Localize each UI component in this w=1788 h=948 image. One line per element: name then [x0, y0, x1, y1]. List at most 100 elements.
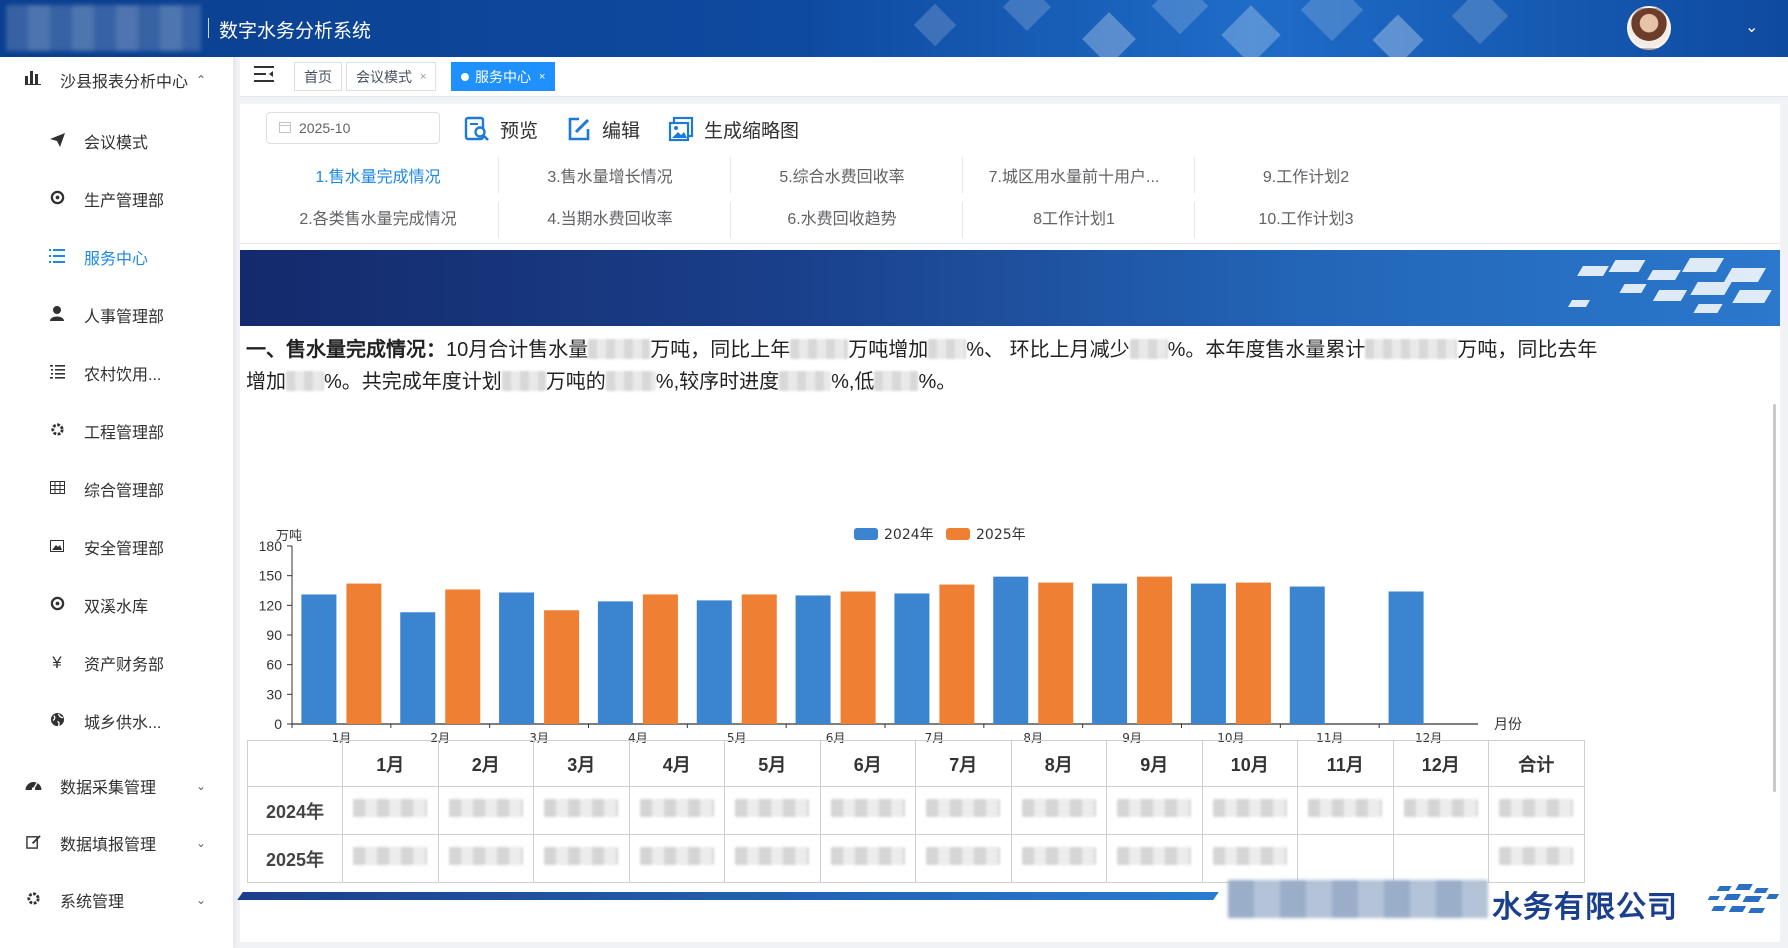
- table-cell: [1201, 786, 1298, 835]
- bar-2024年-4月: [597, 601, 633, 724]
- table-cell: [819, 834, 916, 883]
- redacted-value: [639, 847, 714, 865]
- bar-2024年-9月: [1092, 583, 1128, 724]
- bar-2024年-11月: [1289, 586, 1325, 724]
- table-cell: [819, 786, 916, 835]
- table-header-cell: 5月: [724, 740, 821, 787]
- table-header-cell: 4月: [628, 740, 725, 787]
- user-icon: [48, 306, 66, 324]
- sidebar-item-label: 安全管理部: [84, 541, 165, 558]
- table-body: 2024年 2025年: [247, 786, 1585, 883]
- report-panel: 2025-10 预览 编辑 生成缩略图 1.售水量完成情况 3.售水量增长情况 …: [237, 104, 1780, 942]
- list-icon: [48, 248, 66, 266]
- redacted-value: [544, 799, 619, 817]
- nav-item-4[interactable]: 4.当期水费回收率: [494, 196, 726, 238]
- redacted-value: [1021, 799, 1096, 817]
- sidebar-group-report-center[interactable]: 沙县报表分析中心 ⌃: [0, 58, 233, 102]
- sidebar-item-production[interactable]: 生产管理部: [0, 177, 233, 221]
- sidebar-item-safety[interactable]: 安全管理部: [0, 525, 233, 569]
- sidebar-item-urban-rural-water[interactable]: 城乡供水...: [0, 699, 233, 743]
- company-name: 水务有限公司: [1492, 891, 1678, 924]
- chevron-down-icon[interactable]: ⌄: [1745, 17, 1758, 37]
- nav-item-6[interactable]: 6.水费回收趋势: [726, 196, 958, 238]
- sidebar-item-label: 会议模式: [84, 135, 149, 152]
- nav-item-7[interactable]: 7.城区用水量前十用户...: [958, 154, 1190, 196]
- nav-item-10[interactable]: 10.工作计划3: [1190, 196, 1422, 238]
- sidebar-item-rural-water[interactable]: 农村饮用...: [0, 351, 233, 395]
- redacted-value: [448, 847, 523, 865]
- table-cell: [1297, 786, 1394, 835]
- redacted-value: [588, 339, 651, 359]
- x-axis-title: 月份: [1494, 717, 1522, 733]
- preview-icon: [464, 116, 490, 142]
- bar-2025年-3月: [544, 610, 580, 724]
- bar-chart: 0306090120150180万吨月份1月 2月 3月 4月 5月 6月 7月 8月 9月 10…: [259, 527, 1522, 744]
- table-cell: [533, 786, 630, 835]
- chevron-down-icon: ⌄: [196, 893, 207, 907]
- company-logo-pattern: [1707, 884, 1780, 913]
- table-cell: [1106, 786, 1203, 835]
- table-header-cell: 2月: [437, 740, 534, 787]
- sidebar-group-data-entry[interactable]: 数据填报管理 ⌄: [0, 821, 233, 865]
- send-icon: [48, 132, 66, 150]
- vertical-scrollbar[interactable]: [1773, 404, 1776, 792]
- redacted-value: [926, 799, 1001, 817]
- sidebar-item-service-center[interactable]: 服务中心: [0, 235, 233, 279]
- redacted-value: [928, 339, 967, 359]
- dashboard-icon: [24, 778, 42, 795]
- table-row: 2025年: [247, 834, 1585, 883]
- generate-thumbnail-button[interactable]: 生成缩略图: [668, 112, 799, 146]
- nav-item-8[interactable]: 8工作计划1: [958, 196, 1190, 238]
- summary-text: %。本年度售水量累计: [1167, 339, 1366, 361]
- y-tick-label: 150: [259, 568, 283, 584]
- nav-item-9[interactable]: 9.工作计划2: [1190, 154, 1422, 196]
- row-header-cell: 2024年: [247, 786, 343, 835]
- preview-button[interactable]: 预览: [464, 112, 538, 146]
- bar-2025年-10月: [1235, 582, 1271, 724]
- month-picker[interactable]: 2025-10: [266, 112, 440, 144]
- chevron-down-icon: ⌄: [196, 779, 207, 793]
- sidebar-item-finance[interactable]: ¥ 资产财务部: [0, 641, 233, 685]
- nav-item-3[interactable]: 3.售水量增长情况: [494, 154, 726, 196]
- table-row: 2024年: [247, 786, 1585, 835]
- redacted-value: [1117, 847, 1192, 865]
- row-header-cell: 2025年: [247, 834, 343, 883]
- nav-item-5[interactable]: 5.综合水费回收率: [726, 154, 958, 196]
- summary-text: %。共完成年度计划: [324, 371, 502, 393]
- nav-item-2[interactable]: 2.各类售水量完成情况: [262, 196, 494, 238]
- menu-toggle-icon[interactable]: [254, 66, 274, 87]
- sidebar-group-data-collection[interactable]: 数据采集管理 ⌄: [0, 764, 233, 808]
- tab-service-center[interactable]: 服务中心 ×: [451, 62, 556, 91]
- y-tick-label: 120: [259, 597, 283, 613]
- ordered-list-icon: [48, 364, 66, 382]
- nav-item-1[interactable]: 1.售水量完成情况: [262, 154, 494, 196]
- close-icon[interactable]: ×: [420, 71, 426, 83]
- edit-button[interactable]: 编辑: [566, 112, 640, 146]
- close-icon[interactable]: ×: [539, 71, 545, 83]
- user-avatar[interactable]: [1627, 6, 1671, 50]
- legend-label: 2024年: [884, 527, 934, 543]
- bar-2024年-6月: [795, 595, 831, 724]
- image-icon: [668, 116, 694, 142]
- sidebar-item-engineering[interactable]: 工程管理部: [0, 409, 233, 453]
- sidebar-item-general[interactable]: 综合管理部: [0, 467, 233, 511]
- redacted-value: [1403, 799, 1478, 817]
- redacted-value: [874, 371, 919, 391]
- image-icon: [48, 539, 66, 555]
- table-header-cell: 9月: [1106, 740, 1203, 787]
- tab-home[interactable]: 首页: [294, 62, 342, 91]
- sidebar-group-system[interactable]: 系统管理 ⌄: [0, 878, 233, 922]
- bar-2024年-2月: [400, 612, 436, 724]
- company-name-redacted: [1228, 880, 1488, 918]
- summary-text: %、 环比上月减少: [966, 339, 1130, 361]
- tab-meeting-mode[interactable]: 会议模式 ×: [346, 62, 437, 91]
- bar-2024年-7月: [894, 593, 930, 724]
- sidebar-item-shuangxi-reservoir[interactable]: 双溪水库: [0, 583, 233, 627]
- table-header-cell: 合计: [1488, 740, 1585, 787]
- redacted-value: [353, 799, 428, 817]
- redacted-value: [779, 371, 832, 391]
- globe-icon: [48, 712, 66, 730]
- sidebar-item-meeting-mode[interactable]: 会议模式: [0, 119, 233, 163]
- sidebar-item-hr[interactable]: 人事管理部: [0, 293, 233, 337]
- top-header: 数字水务分析系统 ⌄: [0, 0, 1788, 57]
